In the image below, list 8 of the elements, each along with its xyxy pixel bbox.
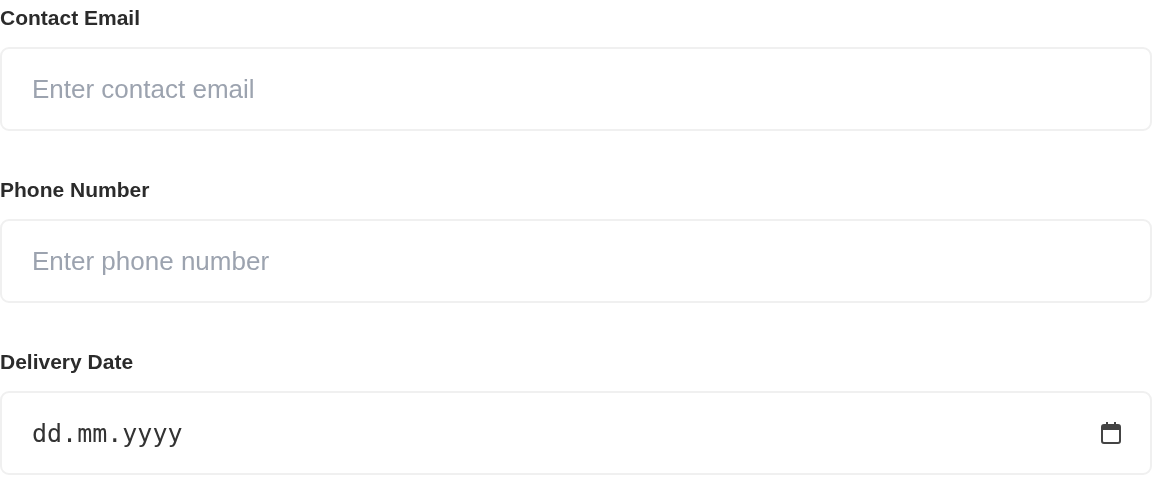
input-field[interactable]: Enter contact email xyxy=(0,47,1152,131)
field-label: Delivery Date xyxy=(0,350,134,374)
date-field[interactable]: dd.mm.yyyy xyxy=(0,391,1152,475)
field-label: Phone Number xyxy=(0,178,150,202)
date-value: dd.mm.yyyy xyxy=(32,418,184,448)
calendar-icon[interactable] xyxy=(1100,421,1122,445)
input-field[interactable]: Enter phone number xyxy=(0,219,1152,303)
field-label: Contact Email xyxy=(0,6,141,30)
